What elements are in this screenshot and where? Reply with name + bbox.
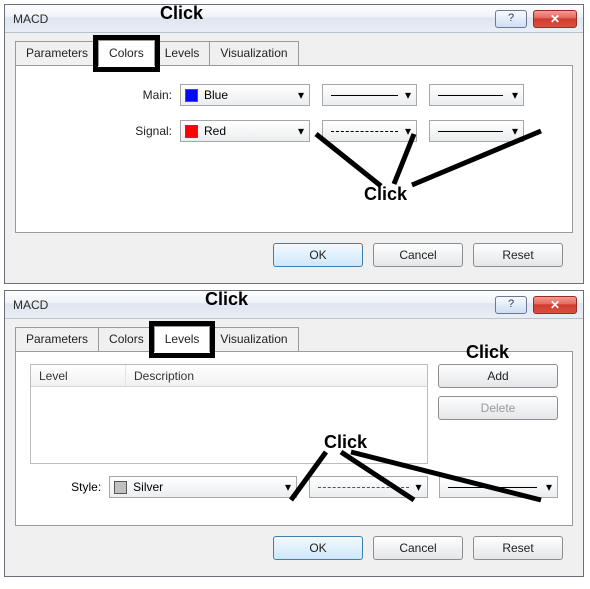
tab-visualization[interactable]: Visualization bbox=[209, 327, 298, 351]
line-solid-icon bbox=[331, 95, 398, 96]
dialog-buttons: OK Cancel Reset bbox=[15, 526, 573, 566]
delete-button: Delete bbox=[438, 396, 558, 420]
line-dashed-icon bbox=[331, 131, 398, 132]
chevron-down-icon: ▾ bbox=[293, 88, 309, 102]
chevron-down-icon: ▾ bbox=[507, 124, 523, 138]
dialog-buttons: OK Cancel Reset bbox=[15, 233, 573, 273]
main-color-name: Blue bbox=[204, 88, 293, 102]
help-button[interactable]: ? bbox=[495, 296, 527, 314]
signal-line-weight-combo[interactable]: ▾ bbox=[429, 120, 524, 142]
window-title: MACD bbox=[13, 298, 495, 312]
reset-button[interactable]: Reset bbox=[473, 243, 563, 267]
style-label: Style: bbox=[30, 480, 109, 494]
line-dashed-icon bbox=[318, 487, 409, 488]
chevron-down-icon: ▾ bbox=[411, 477, 427, 497]
ok-button[interactable]: OK bbox=[273, 536, 363, 560]
signal-line-style-combo[interactable]: ▾ bbox=[322, 120, 417, 142]
main-line-weight-combo[interactable]: ▾ bbox=[429, 84, 524, 106]
col-description[interactable]: Description bbox=[126, 365, 427, 386]
main-label: Main: bbox=[30, 88, 180, 102]
signal-label: Signal: bbox=[30, 124, 180, 138]
cancel-button[interactable]: Cancel bbox=[373, 243, 463, 267]
levels-list[interactable]: Level Description bbox=[30, 364, 428, 464]
tab-strip: Parameters Colors Levels Visualization bbox=[15, 39, 573, 65]
titlebar: MACD ? ✕ bbox=[5, 5, 583, 33]
help-button[interactable]: ? bbox=[495, 10, 527, 28]
main-line-style-combo[interactable]: ▾ bbox=[322, 84, 417, 106]
help-icon: ? bbox=[508, 13, 514, 24]
chevron-down-icon: ▾ bbox=[541, 480, 557, 494]
chevron-down-icon: ▾ bbox=[507, 88, 523, 102]
line-weight-icon bbox=[438, 95, 503, 96]
macd-dialog-colors: Click MACD ? ✕ Parameters Colors Levels … bbox=[4, 4, 584, 284]
colors-page: Main: Blue ▾ ▾ ▾ Signal: bbox=[15, 65, 573, 233]
line-weight-icon bbox=[438, 131, 503, 132]
main-color-combo[interactable]: Blue ▾ bbox=[180, 84, 310, 106]
tab-colors[interactable]: Colors bbox=[98, 40, 155, 66]
tab-strip: Parameters Colors Levels Visualization bbox=[15, 325, 573, 351]
chevron-down-icon: ▾ bbox=[293, 124, 309, 138]
tab-levels[interactable]: Levels bbox=[154, 41, 211, 65]
close-icon: ✕ bbox=[550, 13, 560, 25]
style-color-name: Silver bbox=[133, 480, 280, 494]
ok-button[interactable]: OK bbox=[273, 243, 363, 267]
add-button[interactable]: Add bbox=[438, 364, 558, 388]
close-button[interactable]: ✕ bbox=[533, 296, 577, 314]
reset-button[interactable]: Reset bbox=[473, 536, 563, 560]
tab-visualization[interactable]: Visualization bbox=[209, 41, 298, 65]
signal-color-swatch bbox=[185, 125, 198, 138]
annotation-click: Click bbox=[364, 184, 407, 205]
cancel-button[interactable]: Cancel bbox=[373, 536, 463, 560]
chevron-down-icon: ▾ bbox=[400, 121, 416, 141]
tab-colors[interactable]: Colors bbox=[98, 327, 155, 351]
style-line-combo[interactable]: ▾ bbox=[309, 476, 428, 498]
tab-parameters[interactable]: Parameters bbox=[15, 327, 99, 351]
signal-color-combo[interactable]: Red ▾ bbox=[180, 120, 310, 142]
line-weight-icon bbox=[448, 487, 537, 488]
style-weight-combo[interactable]: ▾ bbox=[439, 476, 558, 498]
close-button[interactable]: ✕ bbox=[533, 10, 577, 28]
help-icon: ? bbox=[508, 299, 514, 310]
style-color-combo[interactable]: Silver ▾ bbox=[109, 476, 297, 498]
tab-parameters[interactable]: Parameters bbox=[15, 41, 99, 65]
chevron-down-icon: ▾ bbox=[280, 480, 296, 494]
levels-page: Click Level Description Add Delete Click bbox=[15, 351, 573, 526]
window-title: MACD bbox=[13, 12, 495, 26]
titlebar: MACD ? ✕ bbox=[5, 291, 583, 319]
style-color-swatch bbox=[114, 481, 127, 494]
close-icon: ✕ bbox=[550, 299, 560, 311]
tab-levels[interactable]: Levels bbox=[154, 326, 211, 352]
main-color-swatch bbox=[185, 89, 198, 102]
col-level[interactable]: Level bbox=[31, 365, 126, 386]
levels-list-header: Level Description bbox=[31, 365, 427, 387]
signal-color-name: Red bbox=[204, 124, 293, 138]
chevron-down-icon: ▾ bbox=[400, 85, 416, 105]
macd-dialog-levels: Click MACD ? ✕ Parameters Colors Levels … bbox=[4, 290, 584, 577]
